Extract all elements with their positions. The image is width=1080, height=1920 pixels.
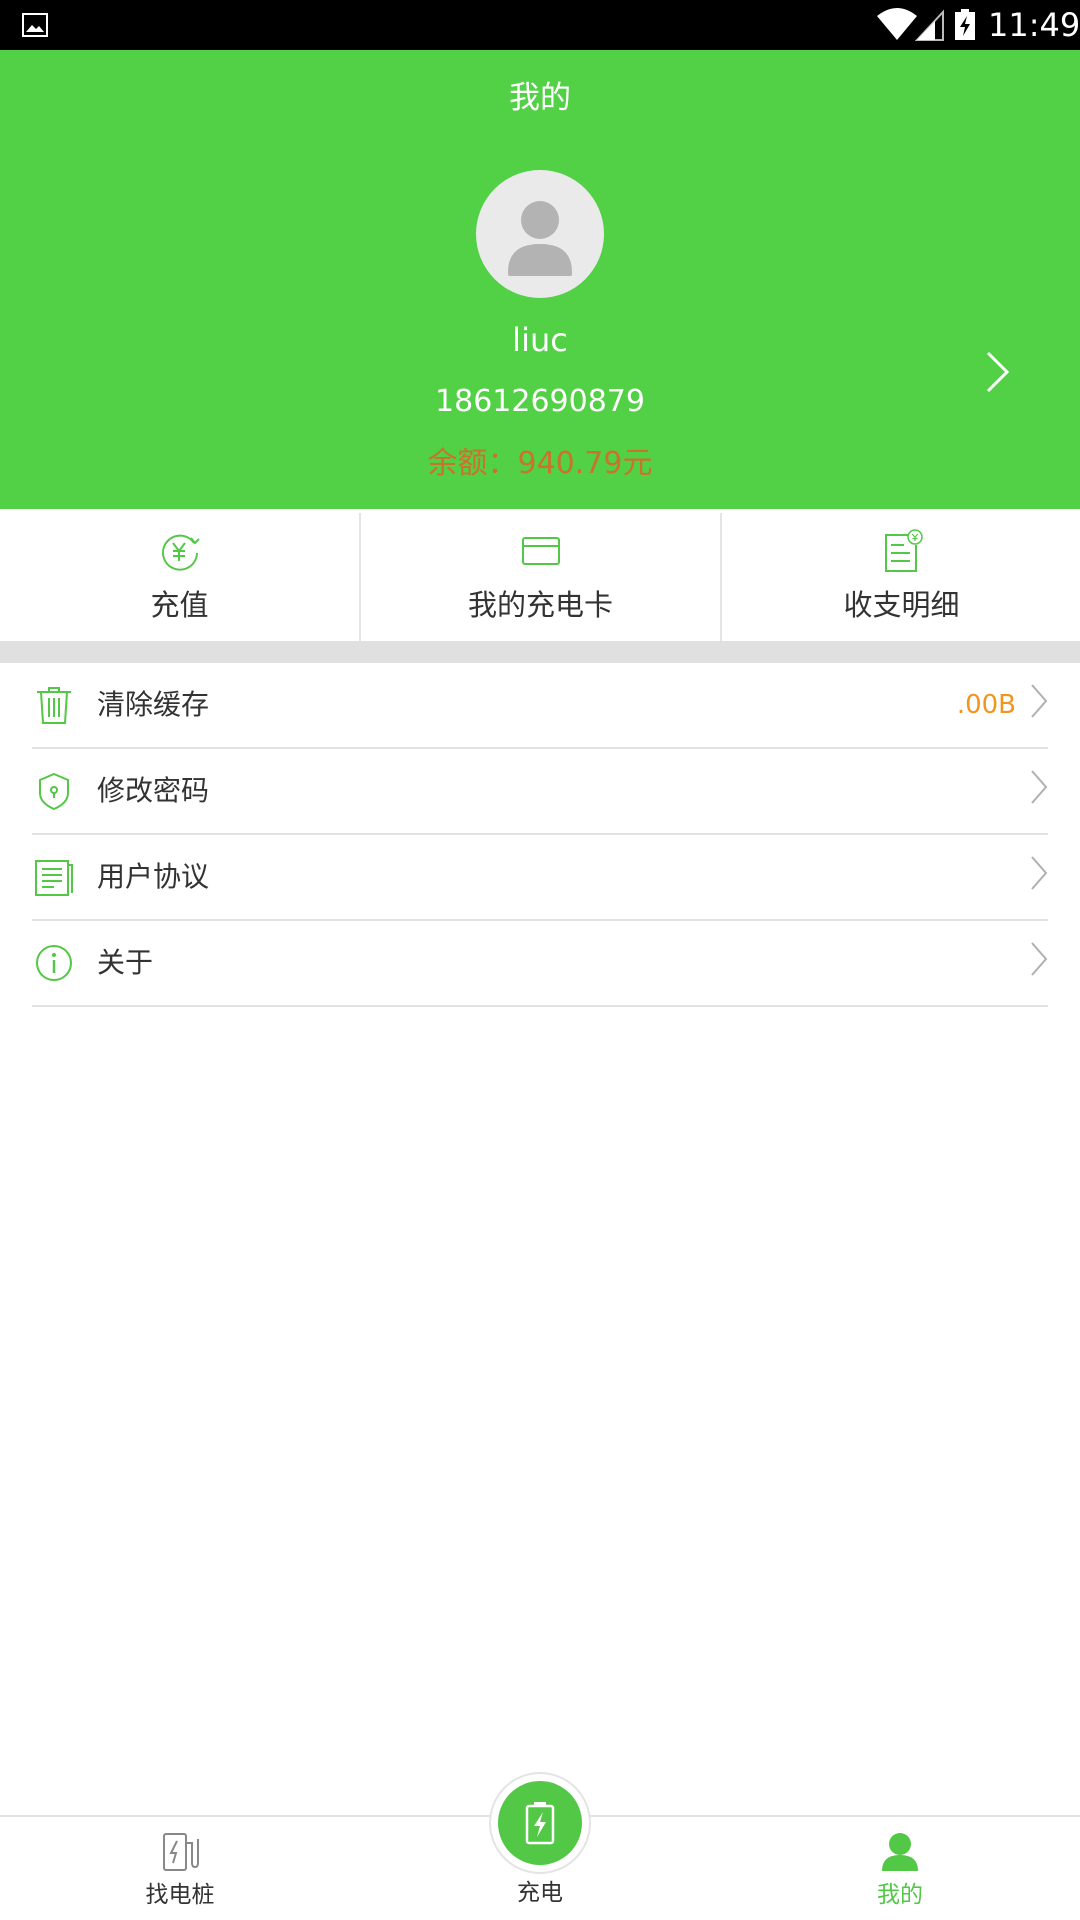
charge-button-circle [498, 1781, 582, 1865]
nav-profile-label: 我的 [877, 1882, 923, 1908]
my-charging-card-button[interactable]: 我的充电卡 [361, 509, 720, 641]
clear-cache-item[interactable]: 清除缓存 .00B [32, 663, 1048, 749]
profile-icon [882, 1833, 918, 1871]
change-password-item[interactable]: 修改密码 [32, 749, 1048, 835]
balance: 余额：940.79元 [427, 446, 653, 481]
about-label: 关于 [97, 946, 154, 979]
nav-find-station[interactable]: 找电桩 [80, 1817, 280, 1920]
document-icon [35, 860, 73, 896]
shield-lock-icon [39, 772, 69, 811]
user-agreement-item[interactable]: 用户协议 [32, 835, 1048, 921]
chevron-right-icon [1031, 770, 1048, 804]
about-item[interactable]: 关于 [32, 921, 1048, 1007]
recharge-label: 充值 [150, 588, 209, 622]
chevron-right-icon [1031, 684, 1048, 718]
bill-details-label: 收支明细 [843, 588, 960, 622]
chevron-right-icon [1031, 942, 1048, 976]
image-icon [22, 13, 48, 37]
nav-profile[interactable]: 我的 [800, 1817, 1000, 1920]
profile-header[interactable]: 我的 liuc 18612690879 余额：940.79元 [0, 50, 1080, 509]
user-avatar-icon[interactable] [476, 170, 604, 298]
card-icon [521, 537, 560, 565]
clear-cache-label: 清除缓存 [97, 688, 210, 721]
screen: 11:49 我的 liuc 18612690879 余额：940.79元 充值 [0, 0, 1080, 1920]
clock: 11:49 [988, 6, 1080, 44]
phone-number: 18612690879 [435, 384, 645, 419]
my-charging-card-label: 我的充电卡 [467, 588, 613, 622]
battery-bolt-icon [525, 1802, 555, 1845]
settings-list: 清除缓存 .00B 修改密码 用户协议 关于 [32, 663, 1048, 1007]
user-agreement-label: 用户协议 [97, 860, 210, 893]
quick-actions: 充值 我的充电卡 收支明细 [0, 509, 1080, 641]
cache-size-value: .00B [956, 690, 1016, 720]
bill-details-button[interactable]: 收支明细 [722, 509, 1080, 641]
nav-charge-label: 充电 [517, 1880, 563, 1906]
page-title: 我的 [509, 80, 571, 116]
chevron-right-icon [1031, 856, 1048, 890]
bill-details-icon [884, 529, 923, 572]
username: liuc [512, 321, 568, 359]
change-password-label: 修改密码 [97, 774, 210, 807]
info-icon [36, 945, 72, 981]
battery-charging-icon [955, 9, 975, 40]
status-bar: 11:49 [0, 0, 1080, 50]
chevron-right-icon[interactable] [985, 350, 1011, 394]
wifi-icon [877, 8, 917, 40]
recharge-button[interactable]: 充值 [0, 509, 359, 641]
recharge-yen-icon [161, 534, 200, 571]
charging-station-icon [163, 1833, 199, 1871]
nav-find-station-label: 找电桩 [145, 1882, 215, 1908]
charge-button[interactable] [489, 1772, 591, 1874]
signal-icon [915, 9, 944, 41]
trash-icon [37, 687, 71, 724]
section-divider [0, 641, 1080, 663]
